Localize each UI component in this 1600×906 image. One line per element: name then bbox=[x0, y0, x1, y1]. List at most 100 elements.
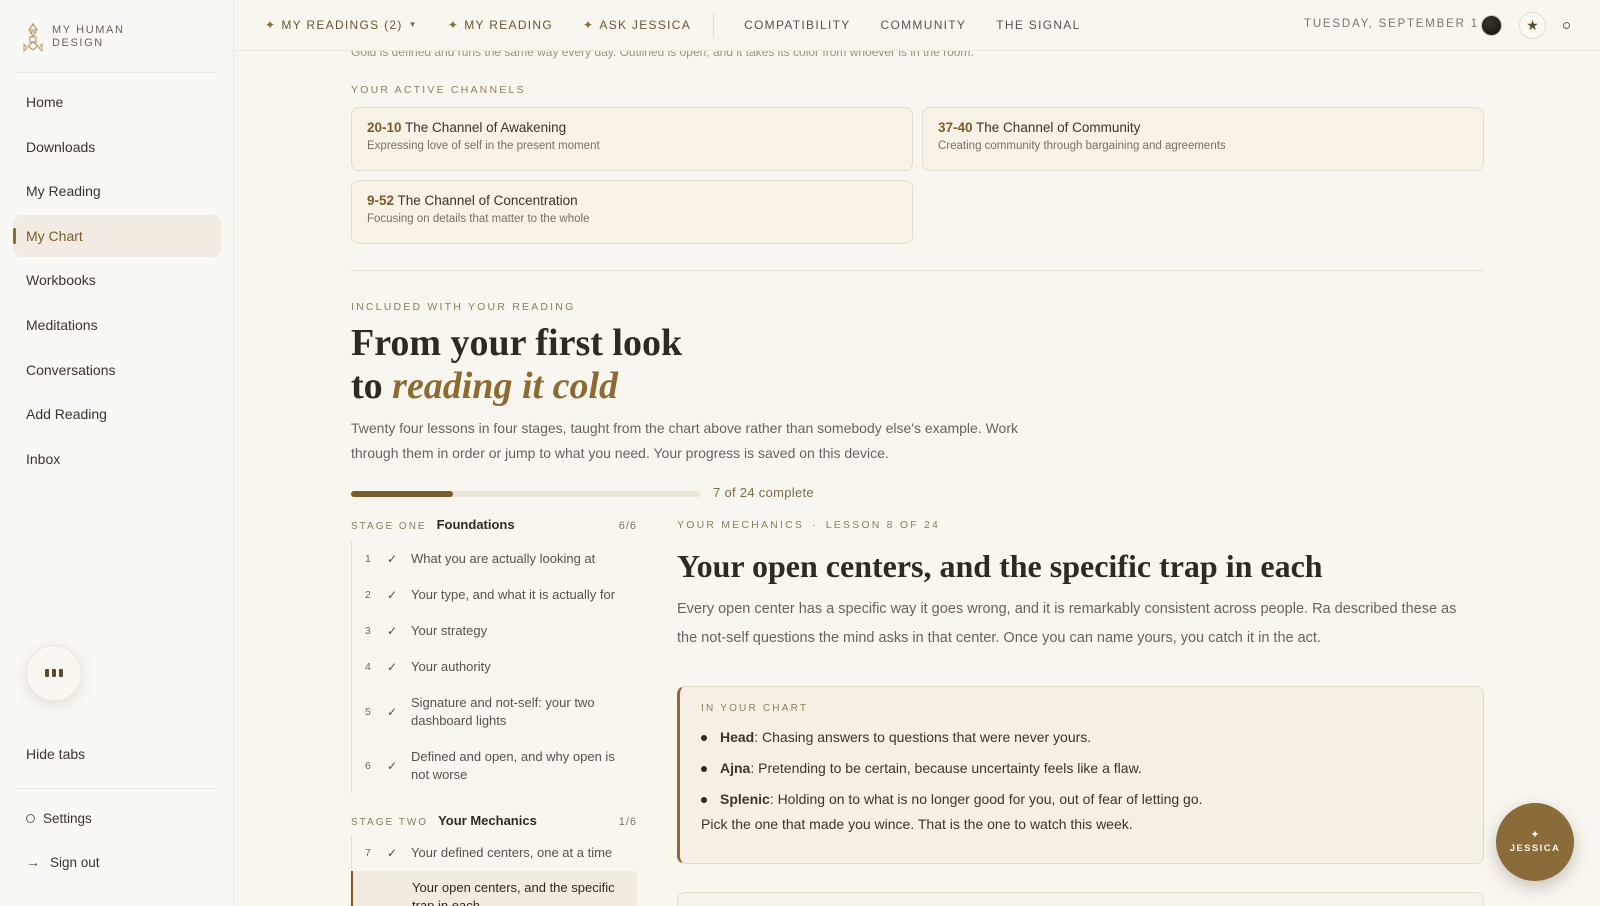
gear-icon bbox=[26, 814, 35, 823]
more-options-button[interactable] bbox=[26, 645, 82, 701]
channel-title: 37-40 The Channel of Community bbox=[938, 120, 1468, 135]
sidebar-item-my-chart[interactable]: My Chart bbox=[13, 214, 221, 257]
bullet-icon bbox=[701, 734, 707, 741]
check-icon: ✓ bbox=[387, 846, 398, 860]
channel-code: 9-52 bbox=[367, 193, 395, 208]
nav-compatibility[interactable]: COMPATIBILITY bbox=[744, 18, 850, 32]
sidebar-item-home[interactable]: Home bbox=[13, 81, 221, 123]
top-bar: ✦ MY READINGS (2) ▼ ✦ MY READING ✦ ASK JESSI… bbox=[235, 0, 1600, 51]
nav-ask-jessica[interactable]: ✦ ASK JESSICA bbox=[583, 18, 691, 32]
callout-list: Head: Chasing answers to questions that … bbox=[701, 722, 1462, 815]
headline-to: to bbox=[351, 365, 383, 407]
sign-out-link[interactable]: → Sign out bbox=[26, 854, 100, 870]
lesson-breadcrumb: YOUR MECHANICS · LESSON 8 OF 24 bbox=[677, 519, 940, 531]
nav-the-signal[interactable]: THE SIGNAL bbox=[996, 18, 1080, 32]
course-intro: Twenty four lessons in four stages, taug… bbox=[351, 420, 1018, 461]
channel-card[interactable]: 20-10 The Channel of Awakening Expressin… bbox=[351, 107, 913, 171]
star-icon: ★ bbox=[1526, 17, 1539, 33]
settings-label: Settings bbox=[43, 811, 92, 826]
sidebar-item-inbox[interactable]: Inbox bbox=[13, 438, 221, 480]
stage-count: 6/6 bbox=[618, 520, 637, 532]
list-item: Ajna: Pretending to be certain, because … bbox=[701, 753, 1462, 784]
lesson-item[interactable]: 2 ✓ Your type, and what it is actually f… bbox=[352, 577, 637, 613]
sidebar-item-workbooks[interactable]: Workbooks bbox=[13, 259, 221, 301]
hide-tabs-button[interactable]: Hide tabs bbox=[26, 746, 85, 762]
lesson-item[interactable]: 6 ✓ Defined and open, and why open is no… bbox=[352, 739, 637, 793]
center-text: : Holding on to what is no longer good f… bbox=[769, 791, 1203, 807]
callout-label: IN YOUR CHART bbox=[701, 703, 809, 714]
lesson-number: 4 bbox=[365, 661, 371, 673]
progress-fill bbox=[351, 491, 454, 497]
nav-community[interactable]: COMMUNITY bbox=[881, 18, 967, 32]
sidebar-item-downloads[interactable]: Downloads bbox=[13, 126, 221, 168]
center-name: Splenic bbox=[720, 791, 770, 807]
lesson-title: What you are actually looking at bbox=[411, 551, 596, 566]
progress-label: 7 of 24 complete bbox=[713, 485, 814, 500]
lesson-body: Every open center has a specific way it … bbox=[677, 601, 1457, 646]
favorites-button[interactable]: ★ bbox=[1519, 12, 1546, 39]
channel-name: The Channel of Community bbox=[976, 120, 1141, 135]
stage-header[interactable]: STAGE ONE Foundations 6/6 bbox=[351, 517, 637, 532]
sparkle-icon: ✦ bbox=[583, 18, 595, 32]
lesson-item[interactable]: 5 ✓ Signature and not-self: your two das… bbox=[352, 685, 637, 739]
more-dots-icon bbox=[52, 669, 56, 677]
lesson-item[interactable]: 4 ✓ Your authority bbox=[352, 649, 637, 685]
check-icon: ✓ bbox=[387, 624, 398, 638]
check-icon: ✓ bbox=[387, 552, 398, 566]
more-dots-icon bbox=[45, 669, 49, 677]
list-item: Head: Chasing answers to questions that … bbox=[701, 722, 1462, 753]
lesson-item-current[interactable]: Your open centers, and the specific trap… bbox=[351, 871, 637, 906]
lesson-section: YOUR MECHANICS bbox=[677, 519, 805, 531]
divider bbox=[14, 72, 219, 73]
lesson-item[interactable]: 1 ✓ What you are actually looking at bbox=[352, 541, 637, 577]
lesson-title: Defined and open, and why open is not wo… bbox=[411, 749, 615, 782]
headline-emphasis: reading it cold bbox=[392, 365, 619, 407]
brand-logo[interactable]: MY HUMAN DESIGN bbox=[22, 22, 125, 52]
brand-name: MY HUMAN DESIGN bbox=[52, 24, 125, 50]
lesson-number: 3 bbox=[365, 625, 371, 637]
nav-my-readings-dropdown[interactable]: ✦ MY READINGS (2) ▼ bbox=[265, 18, 418, 32]
headline-line-2: to reading it cold bbox=[351, 365, 682, 408]
page-title: From your first look to reading it cold bbox=[351, 322, 682, 408]
sidebar-item-meditations[interactable]: Meditations bbox=[13, 304, 221, 346]
lesson-title: Your type, and what it is actually for bbox=[411, 587, 616, 602]
breadcrumb-separator: · bbox=[812, 519, 818, 531]
nav-my-reading[interactable]: ✦ MY READING bbox=[448, 18, 553, 32]
center-name: Ajna bbox=[720, 760, 751, 776]
ask-jessica-button[interactable]: ✦ JESSICA bbox=[1496, 803, 1574, 881]
lesson-position: LESSON 8 OF 24 bbox=[825, 519, 941, 531]
sidebar-item-conversations[interactable]: Conversations bbox=[13, 349, 221, 391]
channel-card[interactable]: 37-40 The Channel of Community Creating … bbox=[922, 107, 1484, 171]
sparkle-icon: ✦ bbox=[1530, 829, 1540, 841]
next-section-card bbox=[677, 892, 1484, 906]
lesson-number: 6 bbox=[365, 760, 371, 772]
sidebar: MY HUMAN DESIGN Home Downloads My Readin… bbox=[0, 0, 234, 906]
lesson-item[interactable]: 3 ✓ Your strategy bbox=[352, 613, 637, 649]
stage-title: Foundations bbox=[436, 517, 515, 532]
section-label-included: INCLUDED WITH YOUR READING bbox=[351, 301, 576, 313]
stage-number: STAGE ONE bbox=[351, 521, 427, 532]
stage-header[interactable]: STAGE TWO Your Mechanics 1/6 bbox=[351, 813, 637, 828]
sidebar-item-add-reading[interactable]: Add Reading bbox=[13, 393, 221, 435]
settings-link[interactable]: Settings bbox=[26, 811, 92, 826]
section-divider bbox=[351, 270, 1484, 271]
check-icon: ✓ bbox=[387, 705, 398, 719]
bodygraph-logo-icon bbox=[23, 22, 43, 52]
check-icon: ✓ bbox=[387, 660, 398, 674]
lesson-item[interactable]: 7 ✓ Your defined centers, one at a time bbox=[352, 835, 637, 871]
channel-description: Focusing on details that matter to the w… bbox=[367, 213, 590, 225]
avatar[interactable] bbox=[1481, 15, 1502, 36]
sign-out-label: Sign out bbox=[50, 854, 100, 870]
sidebar-nav: Home Downloads My Reading My Chart Workb… bbox=[13, 81, 221, 482]
main-content: Gold is defined and runs the same way ev… bbox=[235, 51, 1600, 906]
arrow-right-icon: → bbox=[26, 854, 40, 870]
center-name: Head bbox=[720, 729, 755, 745]
channel-card[interactable]: 9-52 The Channel of Concentration Focusi… bbox=[351, 180, 913, 244]
list-item: Splenic: Holding on to what is no longer… bbox=[701, 784, 1462, 815]
channel-description: Expressing love of self in the present m… bbox=[367, 140, 600, 152]
check-icon: ✓ bbox=[387, 759, 398, 773]
gear-icon[interactable] bbox=[1563, 22, 1570, 29]
headline-line-1: From your first look bbox=[351, 322, 683, 364]
center-text: : Chasing answers to questions that were… bbox=[754, 729, 1092, 745]
sidebar-item-my-reading[interactable]: My Reading bbox=[13, 170, 221, 212]
